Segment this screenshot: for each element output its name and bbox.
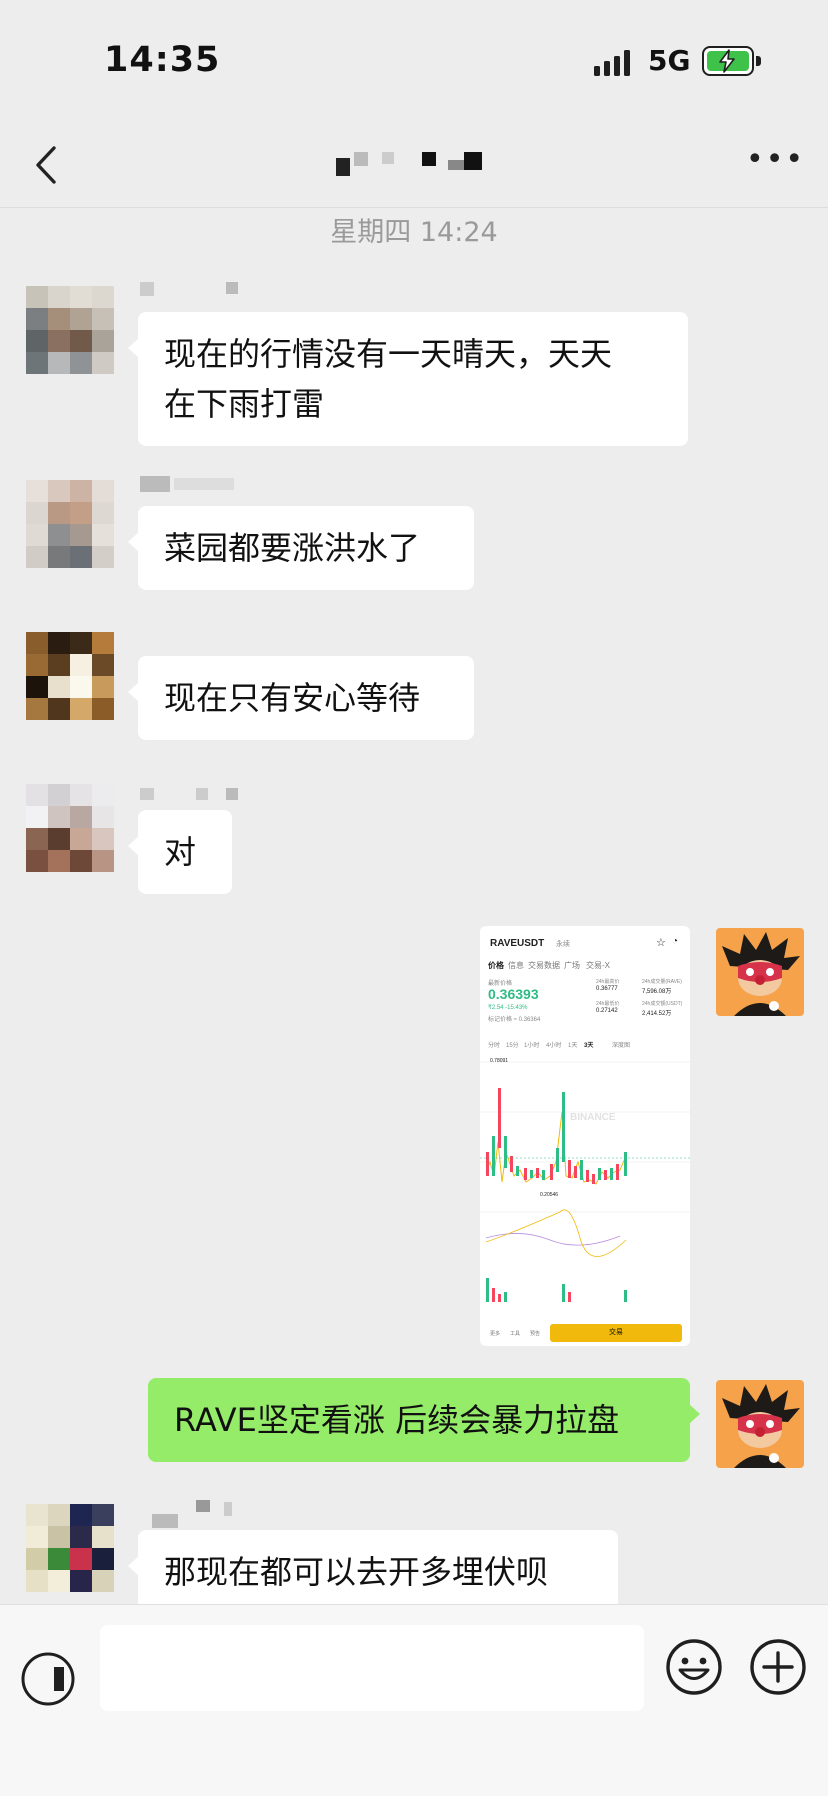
low-value: 0.27142 [596,1008,618,1014]
tab-square[interactable]: 广场 [564,960,580,971]
message-bubble[interactable]: 现在只有安心等待 [128,656,474,740]
network-type: 5G [648,44,691,77]
message-bubble[interactable]: 那现在都可以去开多埋伏呗 [128,1530,618,1604]
tab-price[interactable]: 价格 [488,960,504,971]
sender-name-redacted [152,1500,242,1528]
avatar[interactable] [26,784,114,872]
peak-price: 0.78091 [490,1058,509,1064]
avatar[interactable] [26,480,114,568]
chat-timestamp: 星期四 14:24 [330,217,498,248]
chart-watermark: BINANCE [570,1112,616,1123]
volume-usdt: 2,414.52万 [642,1011,672,1017]
sender-name-redacted [140,788,250,808]
tab-trade-data[interactable]: 交易数据 [528,960,560,971]
bottom-nav-preview[interactable]: 预告 [530,1330,540,1337]
voice-icon[interactable] [20,1651,76,1707]
message-input[interactable] [100,1625,644,1711]
high-label: 24h最高价 [596,979,620,985]
mark-price: 标记价格 ≈ 0.36364 [488,1017,541,1023]
low-label: 24h最低价 [596,1001,620,1007]
interval-3[interactable]: 1小时 [524,1040,539,1049]
signal-icon [594,50,630,76]
sender-name-redacted [140,282,240,302]
high-value: 0.36777 [596,986,618,992]
tab-info[interactable]: 信息 [508,960,524,971]
pair-tag: 永续 [556,941,570,948]
pair-name: RAVEUSDT [490,938,545,949]
input-bar [0,1604,828,1796]
message-text: 对 [164,833,197,871]
shared-screenshot-image[interactable]: RAVEUSDT 永续 ☆ ◔ 价格 信息 交易数据 广场 交易-X 最新价格 … [480,926,690,1346]
bottom-nav-tools[interactable]: 工具 [510,1330,520,1337]
avatar[interactable] [26,286,114,374]
interval-4[interactable]: 4小时 [546,1040,561,1049]
my-avatar[interactable] [716,1380,804,1468]
tab-trade-x[interactable]: 交易-X [586,960,610,971]
battery-icon [702,46,761,76]
interval-1[interactable]: 分时 [488,1040,500,1049]
last-price: 0.36393 [488,986,539,1002]
my-avatar[interactable] [716,928,804,1016]
message-text: 菜园都要涨洪水了 [164,529,421,567]
my-message-bubble[interactable]: RAVE坚定看涨 后续会暴力拉盘 [148,1378,700,1462]
trade-button[interactable]: 交易 [550,1324,682,1342]
avatar[interactable] [26,1504,114,1592]
chat-header: ••• [0,120,828,208]
status-bar: 14:35 5G [0,0,828,120]
message-text: RAVE坚定看涨 后续会暴力拉盘 [174,1401,620,1439]
status-time: 14:35 [104,40,221,80]
message-bubble[interactable]: 现在的行情没有一天晴天，天天 在下雨打雷 [128,312,688,446]
message-text: 现在只有安心等待 [164,679,421,717]
sender-name-redacted [140,476,240,496]
message-bubble[interactable]: 菜园都要涨洪水了 [128,506,474,590]
avatar[interactable] [26,632,114,720]
volume-rave: 7,596.08万 [642,989,672,995]
emoji-icon[interactable] [664,1637,724,1697]
interval-2[interactable]: 15分 [506,1040,519,1049]
price-change: ₹2.54 -15.43% [488,1005,528,1011]
star-icon[interactable]: ☆ [656,936,666,949]
more-options-button[interactable]: ••• [746,140,803,180]
message-text: 那现在都可以去开多埋伏呗 [164,1553,549,1591]
volume-usdt-label: 24h成交额(USDT) [642,1001,683,1007]
message-text: 在下雨打雷 [164,385,325,423]
volume-rave-label: 24h成交量(RAVE) [642,979,682,985]
plus-icon[interactable] [748,1637,808,1697]
candlestick-chart [480,1061,690,1302]
back-chevron-icon[interactable] [28,142,68,188]
low-marker-price: 0.20546 [540,1192,559,1198]
bottom-nav-more[interactable]: 更多 [490,1330,500,1337]
interval-6[interactable]: 3天 [584,1040,593,1049]
interval-5[interactable]: 1天 [568,1040,577,1049]
interval-7[interactable]: 深度图 [612,1040,630,1049]
bell-icon[interactable]: ◔ [672,936,678,947]
message-bubble[interactable]: 对 [128,810,232,894]
message-text: 现在的行情没有一天晴天，天天 [164,335,613,373]
